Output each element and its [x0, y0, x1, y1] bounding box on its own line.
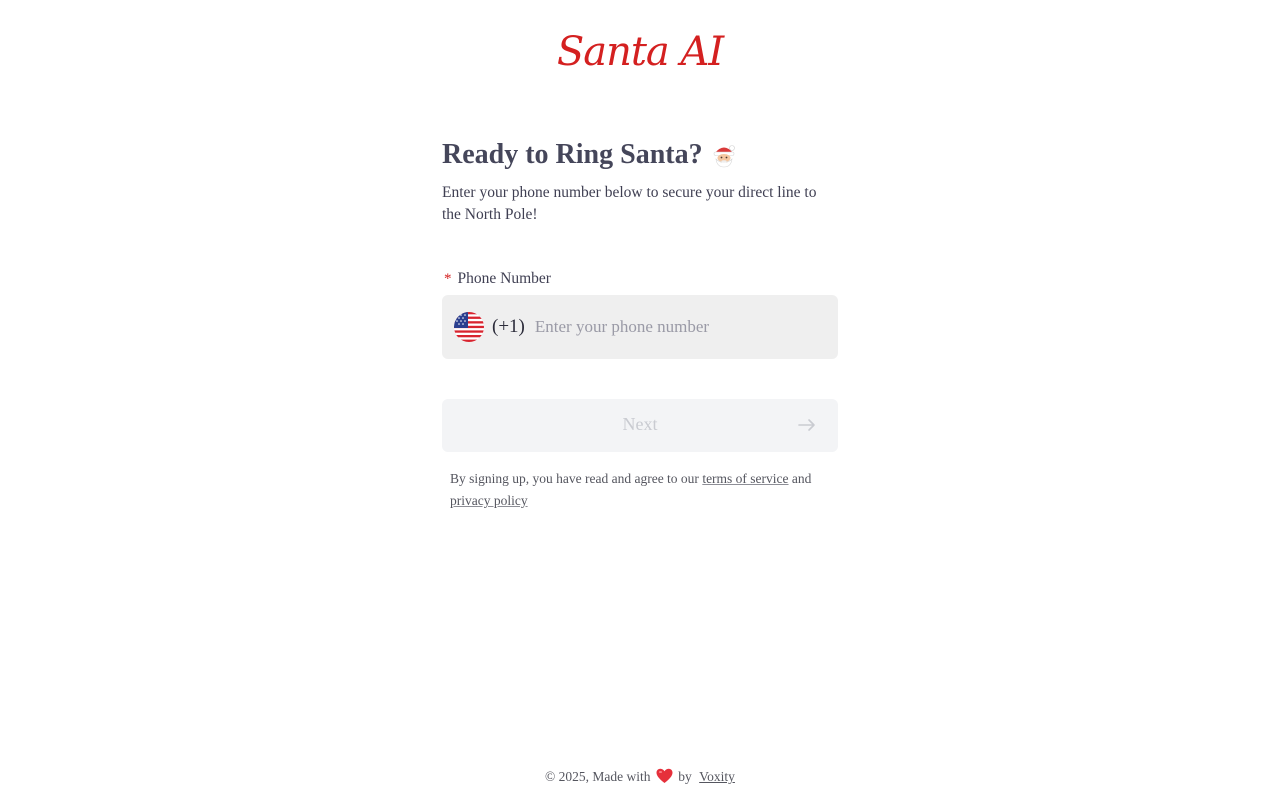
- next-button-label: Next: [622, 414, 658, 434]
- page-title: Ready to Ring Santa?: [442, 139, 703, 170]
- terms-conjunction: and: [791, 471, 812, 486]
- heart-icon: [656, 768, 673, 784]
- phone-number-input[interactable]: [532, 306, 817, 348]
- required-mark: *: [444, 271, 452, 287]
- arrow-right-icon: [798, 416, 816, 434]
- footer-prefix: © 2025, Made with: [545, 769, 651, 784]
- us-flag-icon[interactable]: [454, 312, 484, 342]
- terms-prefix: By signing up, you have read and agree t…: [450, 471, 699, 486]
- santa-face-icon: [711, 142, 737, 168]
- footer-by: by: [678, 769, 692, 784]
- phone-input-box[interactable]: (+1): [442, 295, 838, 359]
- page-footer: © 2025, Made with by Voxity: [0, 766, 1280, 788]
- privacy-policy-link[interactable]: privacy policy: [450, 493, 528, 508]
- phone-label-text: Phone Number: [457, 270, 551, 287]
- terms-notice: By signing up, you have read and agree t…: [450, 468, 838, 512]
- country-dial-code[interactable]: (+1): [492, 316, 525, 338]
- signup-page: Santa AI Ready to Ring Santa? Enter your…: [0, 0, 1280, 800]
- voxity-link[interactable]: Voxity: [699, 769, 735, 784]
- next-button[interactable]: Next: [442, 399, 838, 452]
- terms-of-service-link[interactable]: terms of service: [702, 471, 788, 486]
- title-row: Ready to Ring Santa?: [442, 136, 838, 174]
- page-subtitle: Enter your phone number below to secure …: [442, 184, 817, 223]
- phone-field-label: * Phone Number: [442, 268, 838, 290]
- signup-card: Ready to Ring Santa? Enter your phone nu…: [442, 136, 838, 512]
- santa-ai-logo[interactable]: Santa AI: [0, 26, 1280, 78]
